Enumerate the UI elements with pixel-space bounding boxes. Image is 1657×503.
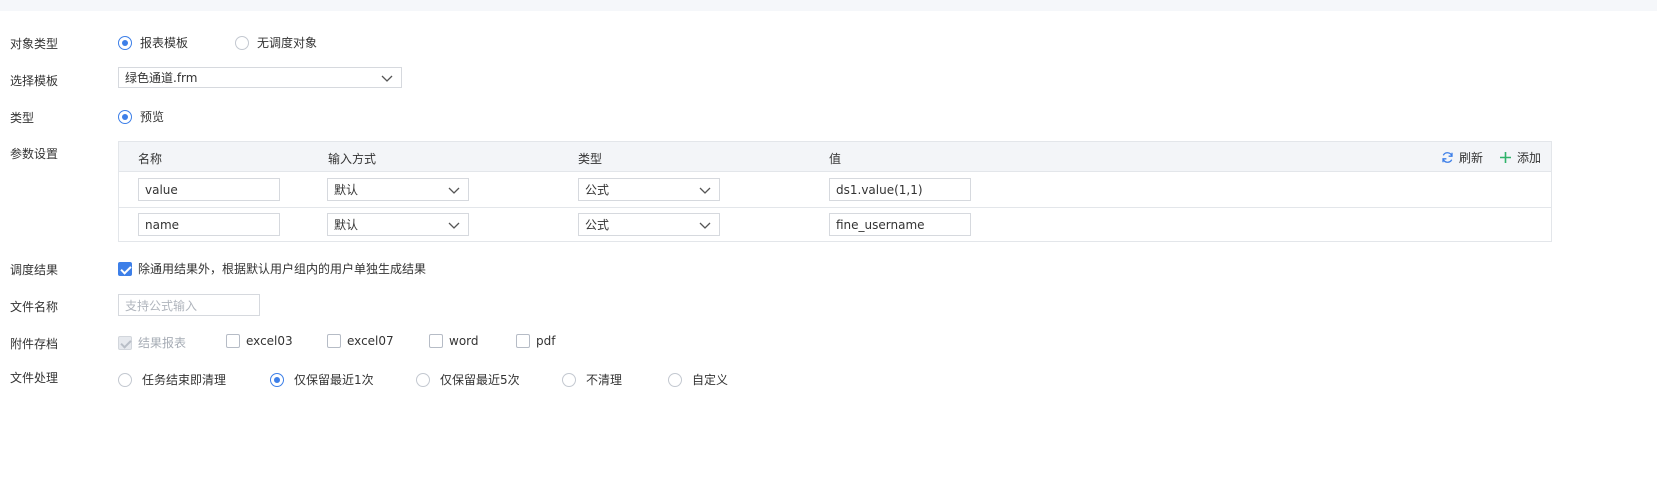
template-select-value: 绿色通道.frm [125, 71, 198, 85]
radio-keep-last-5-label: 仅保留最近5次 [440, 373, 520, 387]
radio-clean-on-finish[interactable]: 任务结束即清理 [118, 371, 226, 388]
attach-word-box[interactable] [429, 334, 443, 348]
column-header-value: 值 [829, 152, 842, 166]
params-table-header: 名称 输入方式 类型 值 刷新 添加 [119, 142, 1551, 172]
param-name-value: value [145, 182, 178, 197]
add-param-label: 添加 [1517, 151, 1542, 165]
column-header-type: 类型 [578, 152, 603, 166]
param-type-select[interactable]: 公式 [578, 213, 720, 236]
radio-keep-last-1[interactable]: 仅保留最近1次 [270, 371, 374, 388]
param-input-method-select[interactable]: 默认 [327, 213, 469, 236]
radio-keep-last-5-indicator[interactable] [416, 372, 430, 387]
separate-result-checkbox-label: 除通用结果外，根据默认用户组内的用户单独生成结果 [138, 262, 427, 276]
column-header-name: 名称 [138, 152, 163, 166]
param-name-value: name [145, 217, 180, 232]
refresh-label: 刷新 [1459, 151, 1484, 165]
param-type-value: 公式 [585, 218, 610, 232]
refresh-button[interactable]: 刷新 [1441, 149, 1483, 166]
attach-excel03-label: excel03 [246, 334, 293, 348]
radio-preview[interactable]: 预览 [118, 108, 164, 125]
attach-excel03-checkbox[interactable]: excel03 [226, 334, 293, 348]
attach-word-checkbox[interactable]: word [429, 334, 479, 348]
param-input-method-value: 默认 [334, 218, 359, 232]
plus-icon [1500, 152, 1511, 163]
param-name-input[interactable]: value [138, 178, 280, 201]
radio-no-schedule-object-indicator[interactable] [235, 35, 249, 50]
radio-no-clean-indicator[interactable] [562, 372, 576, 387]
radio-report-template-indicator[interactable] [118, 35, 132, 50]
chevron-down-icon [381, 75, 393, 82]
param-input-method-value: 默认 [334, 183, 359, 197]
attach-result-report-box[interactable] [118, 335, 132, 350]
attach-excel07-box[interactable] [327, 334, 341, 348]
params-label: 参数设置 [10, 147, 59, 161]
refresh-icon [1442, 152, 1453, 163]
param-value-text: fine_username [836, 217, 925, 232]
param-type-value: 公式 [585, 183, 610, 197]
template-label: 选择模板 [10, 74, 59, 88]
radio-no-clean-label: 不清理 [586, 373, 623, 387]
radio-preview-indicator[interactable] [118, 109, 132, 124]
chevron-down-icon [699, 187, 711, 194]
column-header-input-method: 输入方式 [328, 152, 377, 166]
param-type-select[interactable]: 公式 [578, 178, 720, 201]
param-input-method-select[interactable]: 默认 [327, 178, 469, 201]
radio-keep-last-1-indicator[interactable] [270, 372, 284, 387]
object-type-label: 对象类型 [10, 37, 59, 51]
attach-pdf-checkbox[interactable]: pdf [516, 334, 555, 348]
attach-word-label: word [449, 334, 479, 348]
filename-label: 文件名称 [10, 300, 59, 314]
filename-placeholder: 支持公式输入 [125, 298, 198, 313]
params-table: 名称 输入方式 类型 值 刷新 添加 value 默认 公式 ds1.value… [118, 141, 1552, 242]
radio-report-template-label: 报表模板 [140, 36, 189, 50]
radio-custom[interactable]: 自定义 [668, 371, 728, 388]
template-select[interactable]: 绿色通道.frm [118, 67, 402, 88]
filename-input[interactable]: 支持公式输入 [118, 294, 260, 316]
attach-result-report-checkbox[interactable]: 结果报表 [118, 334, 186, 351]
top-bar [0, 0, 1657, 11]
attachments-label: 附件存档 [10, 337, 59, 351]
chevron-down-icon [448, 187, 460, 194]
separate-result-checkbox[interactable]: 除通用结果外，根据默认用户组内的用户单独生成结果 [118, 260, 426, 277]
radio-report-template[interactable]: 报表模板 [118, 34, 188, 51]
radio-custom-label: 自定义 [692, 373, 729, 387]
attach-result-report-label: 结果报表 [138, 336, 187, 350]
radio-keep-last-1-label: 仅保留最近1次 [294, 373, 374, 387]
type-label: 类型 [10, 111, 35, 125]
chevron-down-icon [699, 222, 711, 229]
attach-excel07-checkbox[interactable]: excel07 [327, 334, 394, 348]
param-value-input[interactable]: fine_username [829, 213, 971, 236]
attach-excel07-label: excel07 [347, 334, 394, 348]
row-divider [119, 207, 1551, 208]
radio-preview-label: 预览 [140, 110, 165, 124]
separate-result-checkbox-box[interactable] [118, 261, 132, 276]
add-param-button[interactable]: 添加 [1499, 149, 1541, 166]
attach-pdf-label: pdf [536, 334, 556, 348]
radio-clean-on-finish-label: 任务结束即清理 [142, 373, 227, 387]
radio-no-schedule-object[interactable]: 无调度对象 [235, 34, 317, 51]
radio-keep-last-5[interactable]: 仅保留最近5次 [416, 371, 520, 388]
result-label: 调度结果 [10, 263, 59, 277]
file-handling-label: 文件处理 [10, 371, 59, 385]
param-value-text: ds1.value(1,1) [836, 182, 923, 197]
param-value-input[interactable]: ds1.value(1,1) [829, 178, 971, 201]
param-name-input[interactable]: name [138, 213, 280, 236]
radio-no-schedule-object-label: 无调度对象 [257, 36, 318, 50]
radio-clean-on-finish-indicator[interactable] [118, 372, 132, 387]
radio-no-clean[interactable]: 不清理 [562, 371, 622, 388]
attach-excel03-box[interactable] [226, 334, 240, 348]
attach-pdf-box[interactable] [516, 334, 530, 348]
radio-custom-indicator[interactable] [668, 372, 682, 387]
chevron-down-icon [448, 222, 460, 229]
